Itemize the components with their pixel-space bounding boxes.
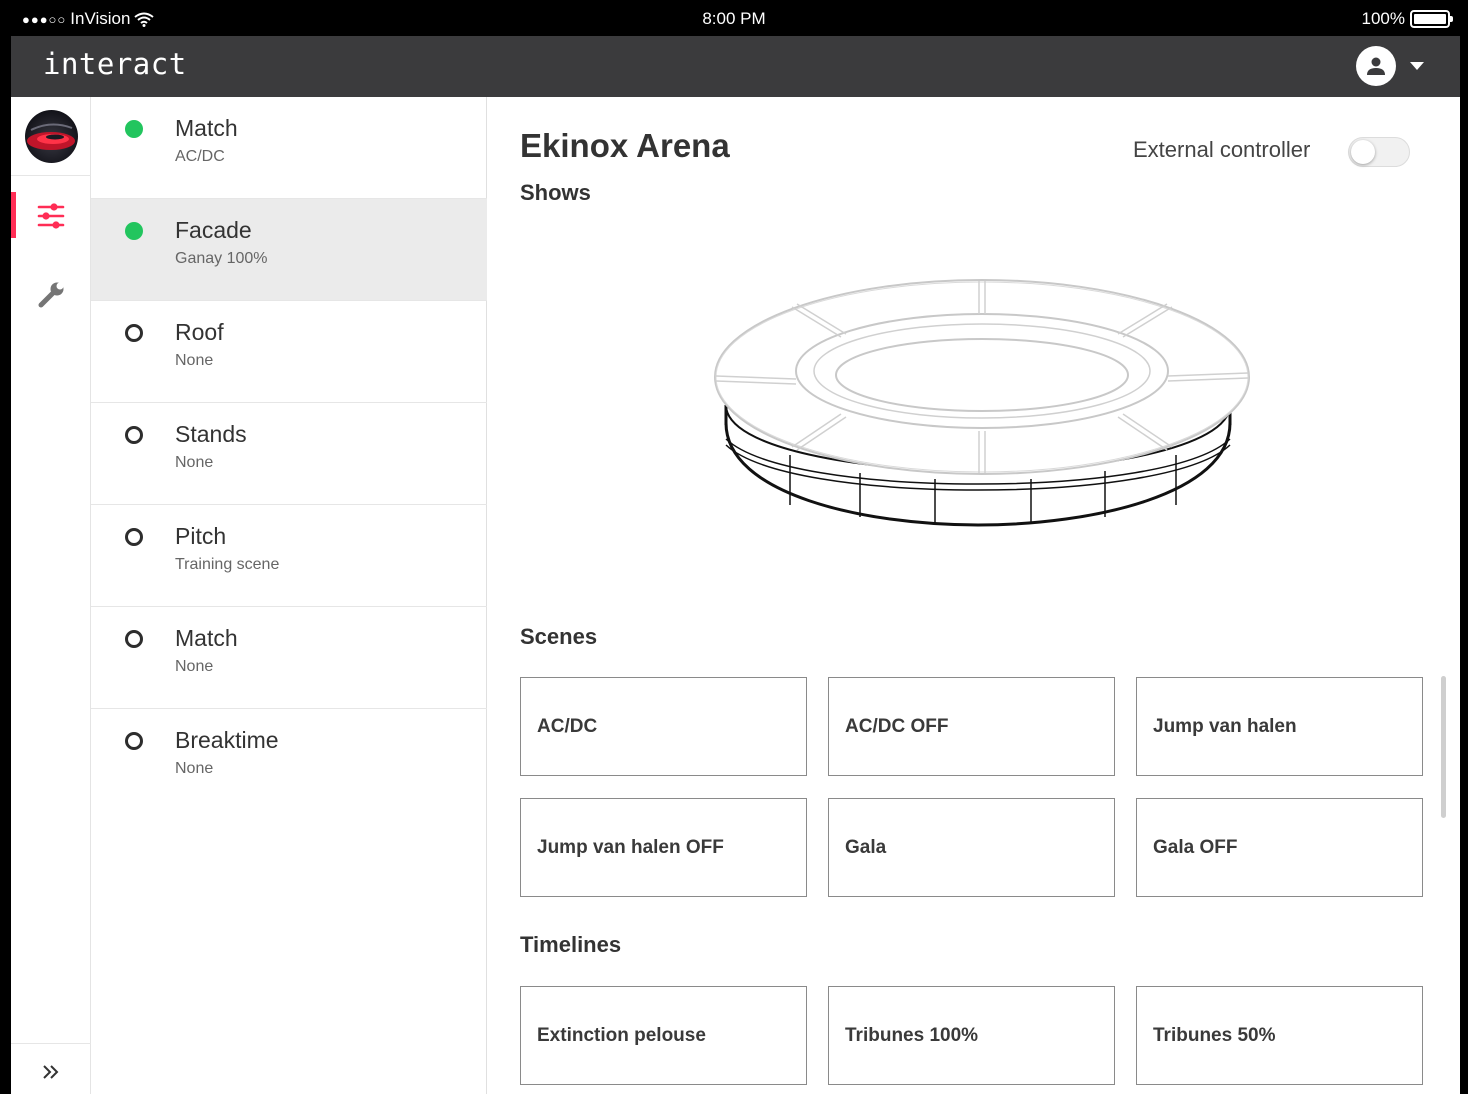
scene-button[interactable]: AC/DC OFF <box>828 677 1115 776</box>
zone-status-dot <box>125 324 143 342</box>
zone-item-roof[interactable]: Roof None <box>91 301 487 403</box>
rail-item-controls[interactable] <box>11 191 91 241</box>
left-nav-rail <box>11 97 91 1094</box>
rail-item-settings[interactable] <box>11 270 91 320</box>
app-window: interact Match AC/DC Facade Ganay 100% R… <box>11 36 1460 1094</box>
zone-name: Roof <box>175 319 224 345</box>
zone-status-text: Ganay 100% <box>175 250 268 267</box>
scenes-heading: Scenes <box>520 624 598 649</box>
app-logo: interact <box>43 47 187 81</box>
zone-status-text: None <box>175 454 214 471</box>
venue-thumbnail[interactable] <box>25 110 78 163</box>
zone-status-text: None <box>175 658 214 675</box>
page-title: Ekinox Arena <box>520 127 730 164</box>
timeline-button[interactable]: Extinction pelouse <box>520 986 807 1085</box>
zone-name: Breaktime <box>175 727 279 753</box>
timelines-grid: Extinction pelouse Tribunes 100% Tribune… <box>520 986 1424 1085</box>
main-panel: Ekinox Arena External controller Shows S… <box>488 97 1460 1094</box>
status-time: 8:00 PM <box>702 9 766 28</box>
zone-name: Stands <box>175 421 247 447</box>
user-menu-button[interactable] <box>1356 46 1424 86</box>
toggle-knob <box>1351 140 1375 164</box>
wrench-icon <box>38 282 64 308</box>
sliders-icon <box>37 203 65 229</box>
rail-divider <box>11 175 91 176</box>
timeline-button[interactable]: Tribunes 50% <box>1136 986 1423 1085</box>
ios-status-bar: ●●●○○ InVision 8:00 PM 100% <box>0 0 1468 36</box>
scene-button[interactable]: Gala OFF <box>1136 798 1423 897</box>
zone-name: Facade <box>175 217 252 243</box>
double-chevron-right-icon <box>43 1065 59 1079</box>
rail-divider-bottom <box>11 1043 91 1044</box>
zone-status-dot <box>125 120 143 138</box>
zone-name: Pitch <box>175 523 227 549</box>
top-app-bar: interact <box>11 36 1460 97</box>
zone-status-text: None <box>175 760 214 777</box>
battery-indicator: 100% <box>1361 9 1453 29</box>
chevron-down-icon[interactable] <box>1410 62 1424 70</box>
zone-item-breaktime[interactable]: Breaktime None <box>91 709 487 811</box>
battery-percent: 100% <box>1361 9 1405 28</box>
zone-item-match[interactable]: Match AC/DC <box>91 97 487 199</box>
zone-item-facade[interactable]: Facade Ganay 100% <box>91 199 487 301</box>
timelines-heading: Timelines <box>520 932 622 957</box>
zone-list: Match AC/DC Facade Ganay 100% Roof None … <box>91 97 487 1094</box>
zone-status-dot <box>125 528 143 546</box>
scene-button[interactable]: Jump van halen OFF <box>520 798 807 897</box>
external-controller-toggle[interactable] <box>1348 137 1410 167</box>
zone-status-dot <box>125 630 143 648</box>
shows-heading: Shows <box>520 180 591 205</box>
zone-status-dot <box>125 426 143 444</box>
user-avatar-icon[interactable] <box>1356 46 1396 86</box>
scene-button[interactable]: Jump van halen <box>1136 677 1423 776</box>
external-controller-label: External controller <box>1133 137 1311 162</box>
zone-item-pitch[interactable]: Pitch Training scene <box>91 505 487 607</box>
zone-status-dot <box>125 732 143 750</box>
zone-status-text: AC/DC <box>175 148 225 165</box>
zone-name: Match <box>175 115 238 141</box>
zone-name: Match <box>175 625 238 651</box>
timeline-button[interactable]: Tribunes 100% <box>828 986 1115 1085</box>
stadium-illustration <box>714 279 1250 527</box>
scrollbar[interactable] <box>1441 676 1446 818</box>
scene-button[interactable]: AC/DC <box>520 677 807 776</box>
expand-rail-button[interactable] <box>11 1057 91 1087</box>
zone-status-text: Training scene <box>175 556 280 573</box>
scene-button[interactable]: Gala <box>828 798 1115 897</box>
zone-item-match-2[interactable]: Match None <box>91 607 487 709</box>
battery-icon <box>1410 10 1453 28</box>
zone-item-stands[interactable]: Stands None <box>91 403 487 505</box>
zone-status-text: None <box>175 352 214 369</box>
zone-status-dot <box>125 222 143 240</box>
scenes-grid: AC/DC AC/DC OFF Jump van halen Jump van … <box>520 677 1424 897</box>
